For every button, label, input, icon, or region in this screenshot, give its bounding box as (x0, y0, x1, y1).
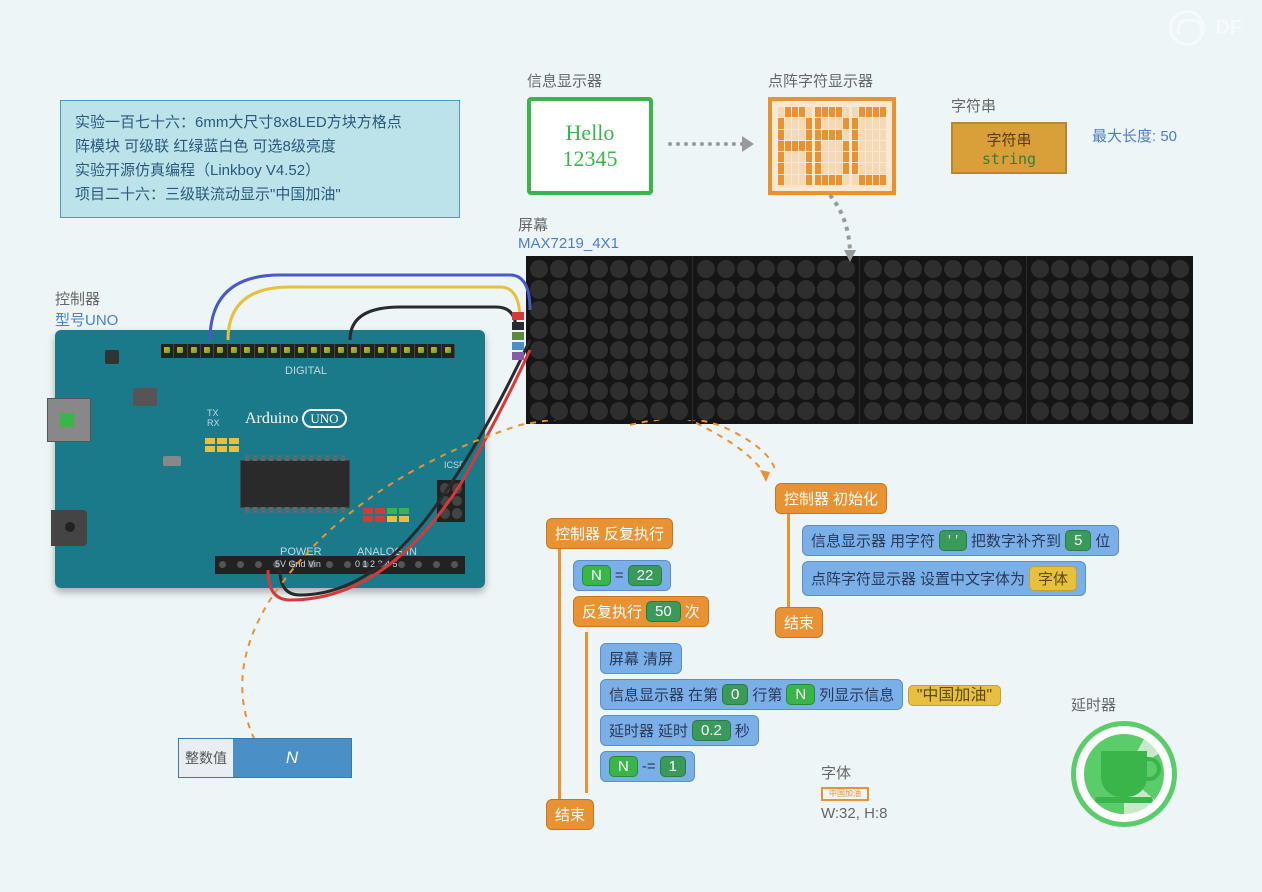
info-display-icon: Hello 12345 (527, 97, 653, 195)
dot-matrix-icon (768, 97, 896, 195)
init-end-block[interactable]: 结束 (775, 607, 823, 638)
arduino-logo: Arduino UNO (245, 410, 347, 428)
pad-number-block[interactable]: 信息显示器 用字符' '把数字补齐到5位 (802, 525, 1119, 556)
icsp-header (437, 480, 465, 522)
watermark: DF (1169, 10, 1242, 46)
power-jack-icon (51, 510, 87, 546)
delay-block[interactable]: 延时器 延时0.2秒 (600, 715, 759, 746)
status-leds (205, 438, 239, 452)
end-block[interactable]: 结束 (546, 799, 594, 830)
info-display-label: 信息显示器 (527, 70, 653, 91)
led-matrix-display[interactable] (526, 256, 1193, 424)
analog-power-pins (215, 556, 465, 574)
string-component[interactable]: 字符串 字符串 string (951, 95, 1067, 174)
integer-variable-block[interactable]: 整数值 N (178, 738, 352, 778)
clear-screen-block[interactable]: 屏幕 清屏 (600, 643, 682, 674)
loop-header-block[interactable]: 控制器 反复执行 (546, 518, 673, 549)
init-header-block[interactable]: 控制器 初始化 (775, 483, 887, 514)
experiment-description: 实验一百七十六：6mm大尺寸8x8LED方块方格点 阵模块 可级联 红绿蓝白色 … (60, 100, 460, 218)
dot-matrix-label: 点阵字符显示器 (768, 70, 896, 91)
set-font-block[interactable]: 点阵字符显示器 设置中文字体为字体 (802, 561, 1086, 596)
usb-port-icon (47, 398, 91, 442)
string-label: 字符串 (951, 95, 1067, 116)
matrix-connector-pins (512, 312, 524, 360)
arduino-board[interactable]: ICSP Arduino UNO DIGITAL POWER ANALOG IN… (55, 330, 485, 588)
digital-pins (161, 344, 455, 358)
arrow-icon (668, 142, 752, 146)
font-preview-icon: 中国加油 (821, 787, 869, 801)
info-display-component[interactable]: 信息显示器 Hello 12345 (527, 70, 653, 195)
watermark-text: DF (1215, 17, 1242, 40)
timer-component[interactable]: 延时器 (1071, 694, 1177, 827)
microchip-icon (240, 460, 350, 508)
string-icon: 字符串 string (951, 122, 1067, 174)
display-message-block[interactable]: 信息显示器 在第0行第N列显示信息 (600, 679, 903, 710)
df-logo-icon (1169, 10, 1205, 46)
init-code[interactable]: 控制器 初始化 信息显示器 用字符' '把数字补齐到5位 点阵字符显示器 设置中… (775, 483, 1119, 638)
dot-matrix-component[interactable]: 点阵字符显示器 (768, 70, 896, 195)
assign-block[interactable]: N=22 (573, 560, 671, 591)
rgb-leds (363, 508, 409, 522)
font-component[interactable]: 字体 中国加油 W:32, H:8 (821, 762, 887, 822)
controller-label: 控制器 型号UNO (55, 288, 118, 330)
decrement-block[interactable]: N-=1 (600, 751, 695, 782)
repeat-block[interactable]: 反复执行50次 (573, 596, 709, 627)
screen-label: 屏幕 MAX7219_4X1 (518, 214, 619, 252)
timer-icon (1071, 721, 1177, 827)
max-length-label: 最大长度: 50 (1092, 125, 1177, 146)
